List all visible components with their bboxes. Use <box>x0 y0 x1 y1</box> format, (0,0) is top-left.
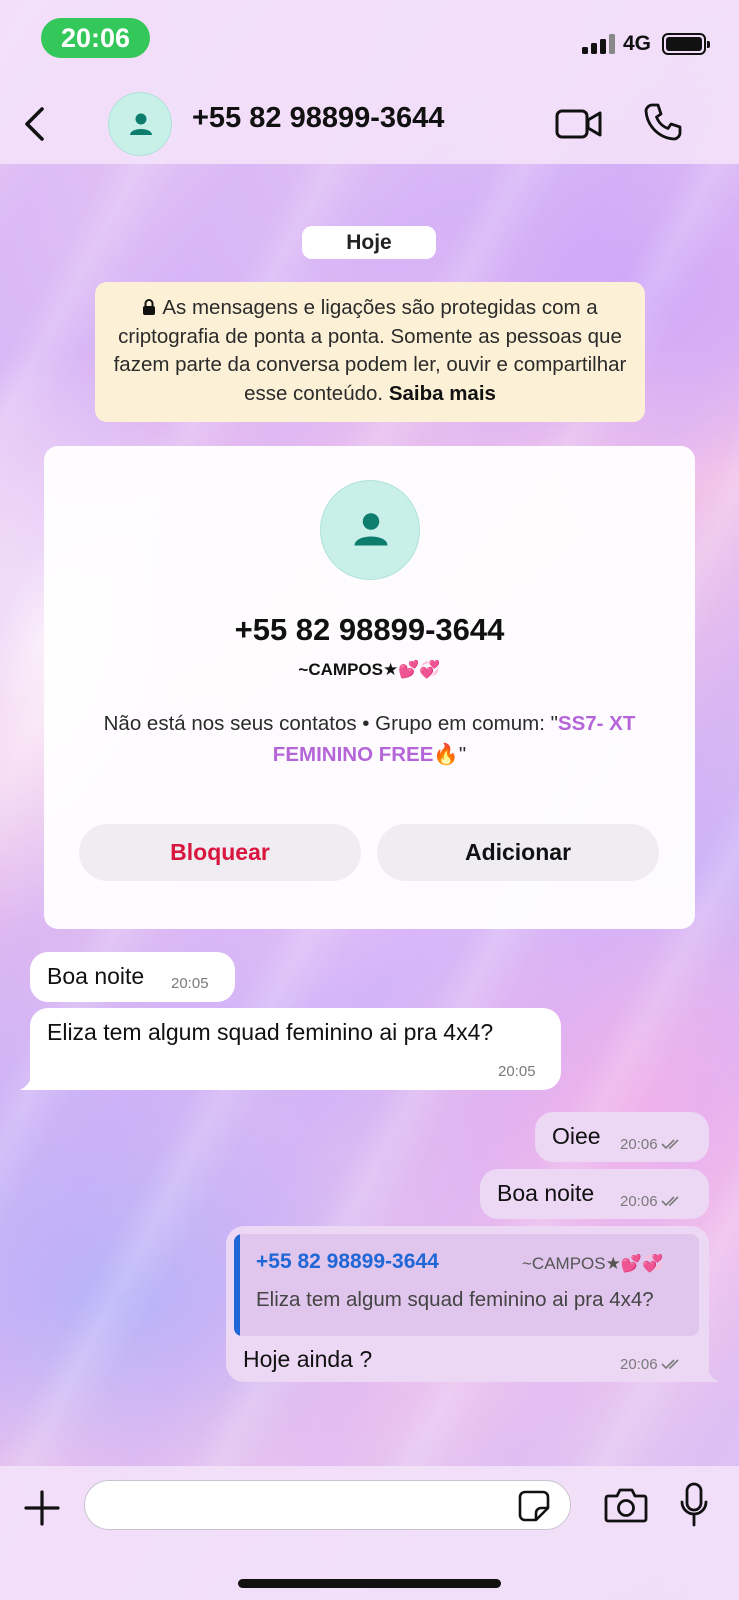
hearts-emoji: 💕💞 <box>620 1254 664 1274</box>
double-check-icon <box>660 1359 679 1370</box>
status-time[interactable]: 20:06 <box>41 18 150 58</box>
encryption-notice[interactable]: As mensagens e ligações são protegidas c… <box>95 282 645 422</box>
push-name-text: ~CAMPOS★ <box>298 660 399 679</box>
message-text: Boa noite <box>47 963 145 989</box>
info-prefix: Não está nos seus contatos • Grupo em co… <box>103 712 558 735</box>
message-text: Oiee <box>552 1123 601 1149</box>
info-suffix: " <box>458 743 467 766</box>
avatar[interactable] <box>108 92 172 156</box>
battery-icon <box>662 33 710 55</box>
hearts-emoji: 💕💞 <box>398 660 441 680</box>
microphone-icon <box>680 1482 708 1527</box>
message-time: 20:05 <box>171 975 209 992</box>
bubble-tail <box>697 1362 719 1382</box>
encryption-text: As mensagens e ligações são protegidas c… <box>113 296 627 405</box>
network-type: 4G <box>623 32 652 55</box>
camera-icon <box>604 1488 648 1523</box>
back-button[interactable] <box>18 104 54 144</box>
quote-text: Eliza tem algum squad feminino ai pra 4x… <box>256 1288 654 1311</box>
message-status: 20:06 <box>620 1136 681 1153</box>
double-check-icon <box>660 1139 679 1150</box>
add-contact-button[interactable]: Adicionar <box>377 824 659 881</box>
message-bubble-outgoing-reply[interactable]: +55 82 98899-3644 ~CAMPOS★💕💞 Eliza tem a… <box>226 1226 719 1382</box>
cellular-signal-icon <box>582 34 615 54</box>
learn-more-link[interactable]: Saiba mais <box>389 382 496 405</box>
home-indicator[interactable] <box>238 1579 501 1588</box>
contact-avatar[interactable] <box>320 480 420 580</box>
contact-info: Não está nos seus contatos • Grupo em co… <box>64 708 675 770</box>
chevron-left-icon <box>25 107 44 141</box>
message-bubble-outgoing[interactable]: Boa noite 20:06 <box>480 1169 709 1219</box>
bubble-tail <box>20 1070 42 1090</box>
message-time: 20:06 <box>620 1193 658 1210</box>
sticker-button[interactable] <box>517 1489 551 1523</box>
double-check-icon <box>660 1196 679 1207</box>
sticker-icon <box>518 1490 550 1522</box>
attach-button[interactable] <box>22 1488 62 1528</box>
message-bubble-incoming[interactable]: Boa noite 20:05 <box>30 952 235 1002</box>
message-text: Hoje ainda ? <box>243 1346 373 1372</box>
person-icon <box>130 113 152 135</box>
plus-icon <box>24 1490 60 1526</box>
message-bubble-incoming[interactable]: Eliza tem algum squad feminino ai pra 4x… <box>20 1008 561 1090</box>
person-icon <box>354 513 388 546</box>
video-call-button[interactable] <box>555 108 603 140</box>
quoted-message[interactable]: +55 82 98899-3644 ~CAMPOS★💕💞 Eliza tem a… <box>234 1234 699 1336</box>
camera-button[interactable] <box>604 1486 648 1524</box>
block-button[interactable]: Bloquear <box>79 824 361 881</box>
message-time: 20:05 <box>498 1063 536 1080</box>
message-input[interactable] <box>84 1480 571 1530</box>
status-bar: 20:06 4G <box>0 0 739 80</box>
quote-author-tag: ~CAMPOS★💕💞 <box>522 1254 663 1274</box>
message-status: 20:06 <box>620 1193 681 1210</box>
message-text: Eliza tem algum squad feminino ai pra 4x… <box>47 1019 494 1045</box>
chat-header: +55 82 98899-3644 <box>0 80 739 164</box>
date-separator: Hoje <box>302 226 436 259</box>
video-camera-icon <box>555 109 602 139</box>
phone-icon <box>644 103 682 141</box>
unknown-contact-card: +55 82 98899-3644 ~CAMPOS★💕💞 Não está no… <box>44 446 695 929</box>
quote-author: +55 82 98899-3644 <box>256 1250 439 1273</box>
quote-author-tag-text: ~CAMPOS★ <box>522 1254 621 1273</box>
voice-note-button[interactable] <box>679 1482 709 1528</box>
fire-emoji: 🔥 <box>433 742 459 766</box>
message-time: 20:06 <box>620 1356 658 1373</box>
contact-push-name: ~CAMPOS★💕💞 <box>44 660 695 680</box>
message-status: 20:06 <box>620 1356 681 1373</box>
message-bubble-outgoing[interactable]: Oiee 20:06 <box>535 1112 709 1162</box>
contact-title[interactable]: +55 82 98899-3644 <box>192 102 444 135</box>
message-time: 20:06 <box>620 1136 658 1153</box>
lock-icon <box>143 299 156 315</box>
message-text: Boa noite <box>497 1180 595 1206</box>
voice-call-button[interactable] <box>643 102 683 142</box>
quote-accent-bar <box>234 1234 240 1336</box>
contact-phone: +55 82 98899-3644 <box>234 612 505 647</box>
